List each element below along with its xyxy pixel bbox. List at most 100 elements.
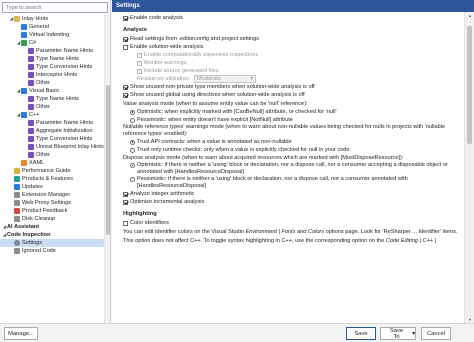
scroll-down-icon[interactable]: ▼ [467, 317, 473, 322]
tree-item-label: Type Conversion Hints [36, 64, 93, 70]
dispose-optimistic-option[interactable]: Optimistic: if there is neither a 'using… [123, 162, 460, 176]
tree-item[interactable]: General [0, 23, 104, 31]
tree-item[interactable]: ◢ C++ [0, 111, 104, 119]
tree-item[interactable]: Web Proxy Settings [0, 199, 104, 207]
tree-item[interactable]: Unreal Blueprint Inlay Hints [0, 143, 104, 151]
color-identifiers-checkbox[interactable] [123, 220, 128, 226]
tree-item-label: C# [29, 40, 37, 46]
show-unused-global-checkbox[interactable] [123, 92, 128, 98]
tree-item-label: Type Name Hints [36, 96, 79, 102]
settings-scrollbar-thumb[interactable] [467, 26, 472, 144]
tree-item[interactable]: Ignored Code [0, 247, 104, 255]
show-unused-nonprivate-checkbox[interactable] [123, 84, 128, 90]
hint-icon [28, 56, 34, 62]
tree-item[interactable]: ◢ Visual Basic [0, 87, 104, 95]
options-tree: ◢ Inlay Hints General Virtual Indenting ◢ C# P… [0, 15, 104, 323]
tree-item-label: Unreal Blueprint Inlay Hints [36, 144, 104, 150]
cpp-icon [21, 112, 27, 118]
optimize-incremental-checkbox[interactable] [123, 199, 128, 205]
enable-code-analysis-option[interactable]: Enable code analysis [123, 14, 460, 22]
search-input[interactable] [6, 4, 104, 11]
trust-runtime-radio[interactable] [130, 147, 135, 153]
tree-item[interactable]: Type Conversion Hints [0, 135, 104, 143]
tree-item-label: Other [36, 152, 50, 158]
trust-runtime-option[interactable]: Trust only runtime checks: only when a v… [123, 146, 460, 154]
trust-api-radio[interactable] [130, 139, 135, 145]
tree-item[interactable]: Type Conversion Hints [0, 63, 104, 71]
tree-item[interactable]: Products & Features [0, 175, 104, 183]
chevron-down-icon: ▾ [412, 330, 415, 337]
enable-expensive-option: Enable computationally expensive inspect… [123, 51, 460, 59]
tree-item[interactable]: Other [0, 151, 104, 159]
analyze-integer-option[interactable]: Analyze integer arithmetic [123, 190, 460, 198]
indent-icon [21, 32, 27, 38]
cancel-button[interactable]: Cancel [421, 327, 451, 340]
tree-item[interactable]: Performance Guide [0, 167, 104, 175]
trust-api-option[interactable]: Trust API contracts: when a value is ann… [123, 138, 460, 146]
dispose-mode-label: Dispose analysis mode (when to warn abou… [123, 154, 404, 161]
tree-item-label: Type Name Hints [36, 56, 79, 62]
hint-icon [28, 136, 34, 142]
resources-utilization-row: Resources utilization: Moderate ▾ [123, 75, 460, 83]
tree-item-label: Parameter Name Hints [36, 120, 93, 126]
save-button[interactable]: Save [346, 327, 376, 340]
tree-item[interactable]: Settings [0, 239, 104, 247]
dispose-optimistic-radio[interactable] [130, 163, 135, 168]
read-settings-checkbox[interactable] [123, 36, 128, 42]
tree-item[interactable]: Parameter Name Hints [0, 47, 104, 55]
pessimistic-radio[interactable] [130, 117, 135, 123]
dispose-pessimistic-radio[interactable] [130, 177, 135, 182]
tree-item-label: Products & Features [22, 176, 73, 182]
tree-scrollbar[interactable] [104, 15, 110, 323]
tree-item[interactable]: ◢ Inlay Hints [0, 15, 104, 23]
tree-item[interactable]: Other [0, 79, 104, 87]
tree-item[interactable]: Extension Manager [0, 191, 104, 199]
tree-item[interactable]: Parameter Name Hints [0, 119, 104, 127]
tree-item-label: C++ [29, 112, 40, 118]
optimistic-option[interactable]: Optimistic: when explicitly marked with … [123, 108, 460, 116]
enable-swa-checkbox[interactable] [123, 44, 128, 50]
enable-swa-option[interactable]: Enable solution-wide analysis [123, 43, 460, 51]
tree-item[interactable]: Updates [0, 183, 104, 191]
tree-item[interactable]: ◢ Code Inspection [0, 231, 104, 239]
tree-item[interactable]: ◢ AI Assistant [0, 223, 104, 231]
manage-button[interactable]: Manage... [4, 327, 38, 340]
tree-item[interactable]: Disk Cleanup [0, 215, 104, 223]
dispose-pessimistic-option[interactable]: Pessimistic: if there is neither a 'usin… [123, 176, 460, 190]
scroll-up-icon[interactable]: ▲ [467, 13, 473, 18]
vb-icon [21, 88, 27, 94]
enable-code-analysis-checkbox[interactable] [123, 15, 128, 21]
read-settings-option[interactable]: Read settings from .editorconfig and pro… [123, 35, 460, 43]
save-to-button[interactable]: Save To ▾ [380, 327, 416, 340]
pessimistic-option[interactable]: Pessimistic: when entity doesn't have ex… [123, 116, 460, 124]
analyze-integer-checkbox[interactable] [123, 191, 128, 197]
color-identifiers-option[interactable]: Color identifiers [123, 219, 460, 227]
hint-icon [28, 48, 34, 54]
feedback-icon [14, 208, 20, 214]
value-mode-label: Value analysis mode (when to assume enti… [123, 100, 308, 107]
general-icon [21, 24, 27, 30]
tree-scrollbar-thumb[interactable] [106, 85, 110, 235]
tree-item[interactable]: XAML [0, 159, 104, 167]
settings-icon [14, 240, 20, 246]
optimistic-radio[interactable] [130, 109, 135, 115]
tree-item[interactable]: Aggregate Initialization [0, 127, 104, 135]
search-box[interactable] [2, 2, 108, 13]
settings-scrollbar[interactable]: ▲ ▼ [464, 12, 474, 323]
chevron-down-icon: ▾ [250, 75, 254, 82]
tree-item[interactable]: Type Name Hints [0, 55, 104, 63]
optimize-incremental-option[interactable]: Optimize incremental analysis [123, 198, 460, 206]
tree-item[interactable]: Product Feedback [0, 207, 104, 215]
show-unused-global-option[interactable]: Show unused global using directives when… [123, 91, 460, 99]
monitor-warnings-checkbox [137, 60, 142, 66]
tree-item-label: Ignored Code [22, 248, 56, 254]
tree-item-label: Inlay Hints [22, 16, 49, 22]
tree-item[interactable]: Other [0, 103, 104, 111]
resources-utilization-select: Moderate ▾ [194, 75, 257, 83]
hint-icon [28, 96, 34, 102]
show-unused-nonprivate-option[interactable]: Show unused non-private type members whe… [123, 83, 460, 91]
tree-item[interactable]: Virtual Indenting [0, 31, 104, 39]
tree-item[interactable]: ◢ C# [0, 39, 104, 47]
tree-item[interactable]: Type Name Hints [0, 95, 104, 103]
tree-item[interactable]: Interceptor Hints [0, 71, 104, 79]
